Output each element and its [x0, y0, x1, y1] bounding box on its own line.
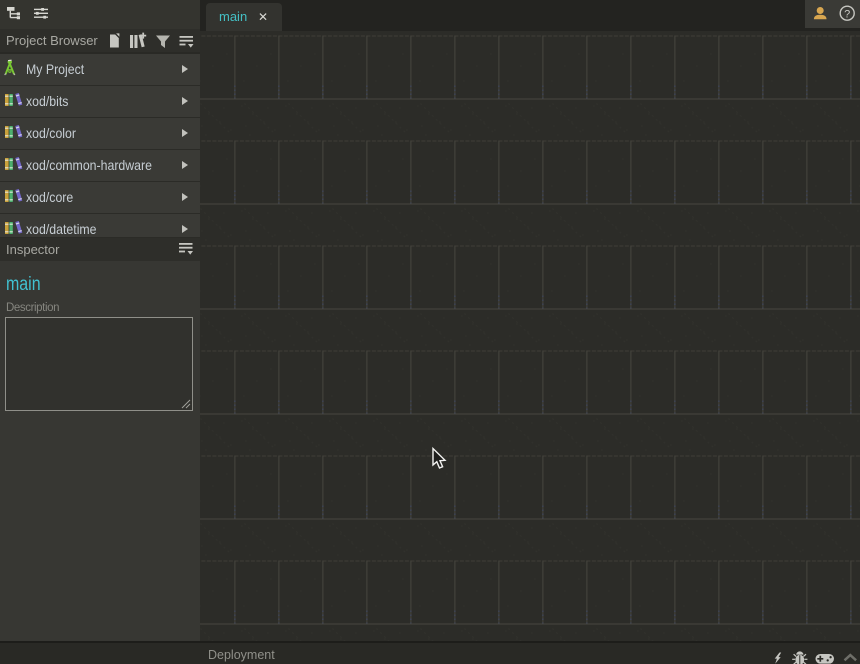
svg-text:?: ? [844, 9, 850, 21]
